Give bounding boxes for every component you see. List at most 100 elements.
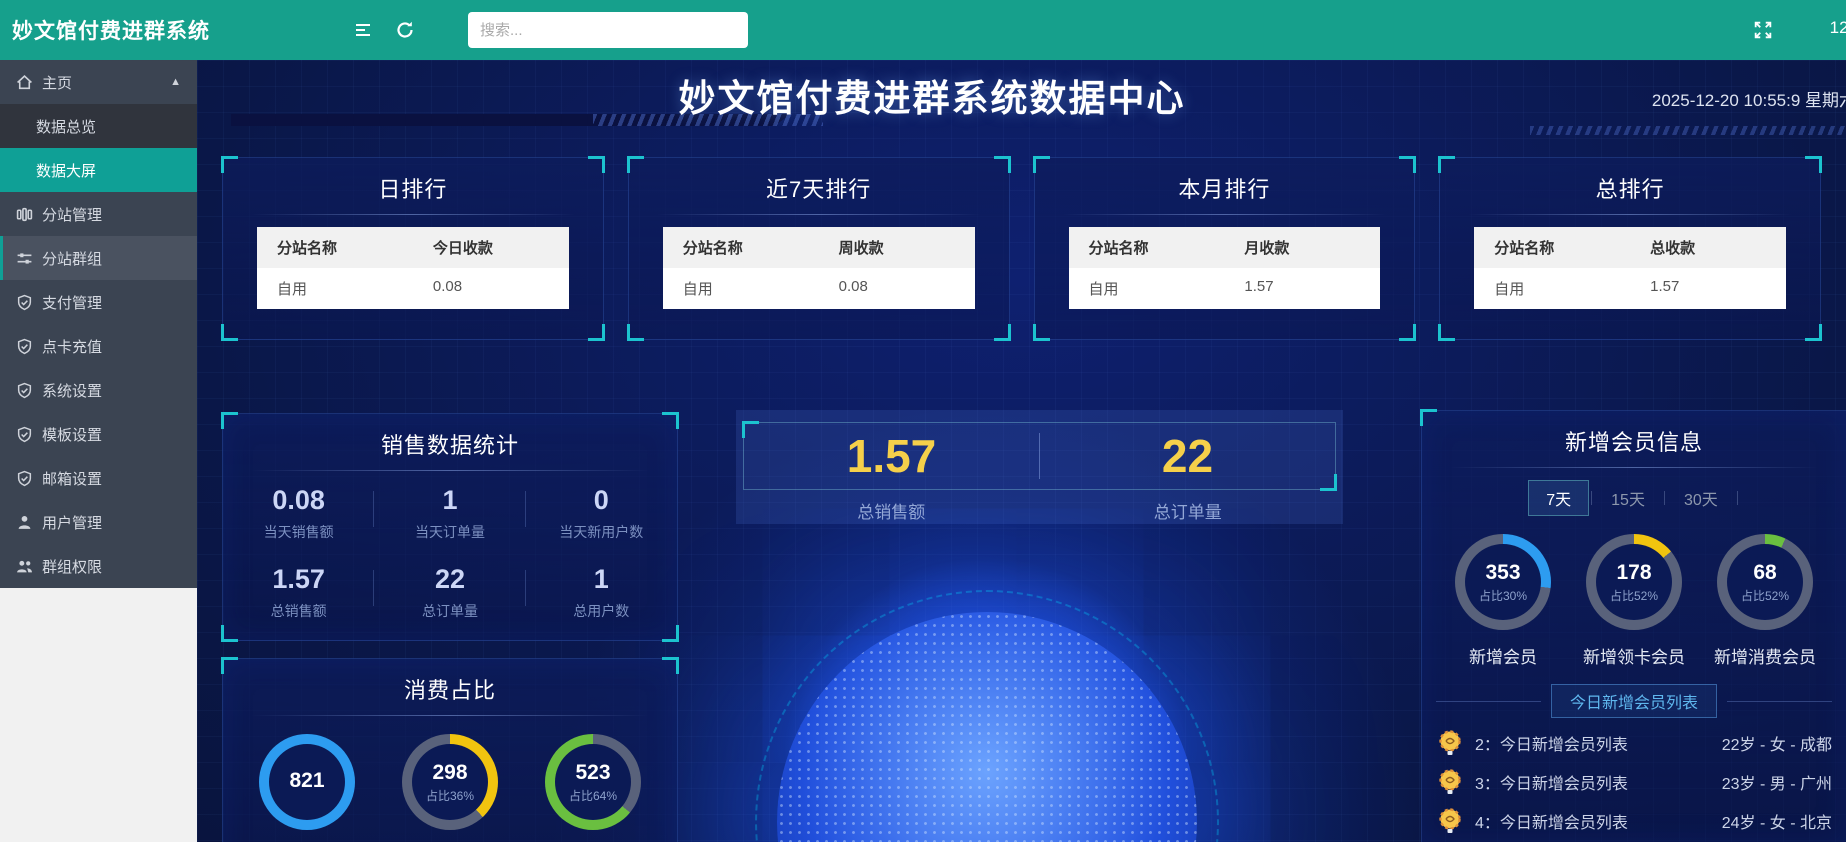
consume-ratio-card: 消费占比 821 298 占比36% 523 xyxy=(222,658,678,842)
menu-icon[interactable] xyxy=(352,19,374,41)
sidebar-item-label: 分站群组 xyxy=(42,248,102,269)
sales-stats-card: 销售数据统计 0.08 当天销售额 1 当天订单量 0 当天新用户数 1.57 … xyxy=(222,413,678,641)
rank-card-daily: 日排行 分站名称 今日收款 自用 0.08 xyxy=(222,157,604,340)
chevron-up-icon: ▲ xyxy=(170,76,181,88)
donut-row: 353 占比30% 新增会员 178 占比52% 新增领卡会员 xyxy=(1422,534,1846,668)
sidebar-item-label: 数据大屏 xyxy=(36,160,96,181)
stat-total-sales: 1.57 总销售额 xyxy=(223,554,374,633)
cell-amount: 1.57 xyxy=(1224,268,1380,309)
data-screen: 妙文馆付费进群系统数据中心 2025-12-20 10:55:9 星期六 日排行… xyxy=(197,60,1846,842)
sidebar-item-data-screen[interactable]: 数据大屏 xyxy=(0,148,197,192)
total-sales-value: 1.57 xyxy=(744,423,1039,489)
member-list-item: 2：今日新增会员列表 22岁 - 女 - 成都 xyxy=(1436,729,1832,757)
sidebar-item-system-settings[interactable]: 系统设置 xyxy=(0,368,197,412)
refresh-icon[interactable] xyxy=(394,19,416,41)
column-header: 分站名称 xyxy=(1474,227,1630,268)
shield-check-icon xyxy=(16,382,33,399)
sidebar-nav: 主页 ▲ 数据总览 数据大屏 分站管理 分站群组 支付管理 点卡充值 xyxy=(0,60,197,588)
column-header: 周收款 xyxy=(819,227,975,268)
donut-row: 821 298 占比36% 523 占比64% xyxy=(223,734,677,830)
divider xyxy=(1450,467,1818,468)
member-list-item: 3：今日新增会员列表 23岁 - 男 - 广州 xyxy=(1436,768,1832,796)
sidebar-item-group-permissions[interactable]: 群组权限 xyxy=(0,544,197,588)
divider xyxy=(1063,214,1387,215)
rank-card-7days: 近7天排行 分站名称 周收款 自用 0.08 xyxy=(628,157,1010,340)
new-members-card: 新增会员信息 7天 15天 30天 353 占比30% 新增会员 xyxy=(1421,410,1846,842)
stat-today-new-users: 0 当天新用户数 xyxy=(526,475,677,554)
divider xyxy=(657,214,981,215)
totals-labels: 总销售额 总订单量 xyxy=(743,498,1336,523)
rank-card-month: 本月排行 分站名称 月收款 自用 1.57 xyxy=(1034,157,1416,340)
sidebar-item-label: 分站管理 xyxy=(42,204,102,225)
cell-site-name: 自用 xyxy=(1474,268,1630,309)
donut-card-members: 178 占比52% 新增领卡会员 xyxy=(1569,534,1699,668)
rank-table: 分站名称 周收款 自用 0.08 xyxy=(663,227,975,309)
sidebar-item-label: 支付管理 xyxy=(42,292,102,313)
divider xyxy=(251,715,649,716)
sidebar-item-user-mgmt[interactable]: 用户管理 xyxy=(0,500,197,544)
rank-card-total: 总排行 分站名称 总收款 自用 1.57 xyxy=(1439,157,1821,340)
sidebar-item-payment-mgmt[interactable]: 支付管理 xyxy=(0,280,197,324)
tab-15days[interactable]: 15天 xyxy=(1594,481,1662,515)
rank-table: 分站名称 今日收款 自用 0.08 xyxy=(257,227,569,309)
sidebar-item-substation-groups[interactable]: 分站群组 xyxy=(0,236,197,280)
sliders-icon xyxy=(16,250,33,267)
donut-consume-members: 68 占比52% 新增消费会员 xyxy=(1700,534,1830,668)
sidebar-item-label: 系统设置 xyxy=(42,380,102,401)
today-members-list-button[interactable]: 今日新增会员列表 xyxy=(1551,684,1717,718)
fullscreen-icon[interactable] xyxy=(1752,19,1774,41)
sidebar-item-label: 模板设置 xyxy=(42,424,102,445)
sidebar-item-card-recharge[interactable]: 点卡充值 xyxy=(0,324,197,368)
bulb-icon xyxy=(1436,768,1464,796)
card-title: 近7天排行 xyxy=(629,172,1009,204)
stats-grid: 0.08 当天销售额 1 当天订单量 0 当天新用户数 1.57 总销售额 22… xyxy=(223,475,677,633)
card-title: 总排行 xyxy=(1440,172,1820,204)
ranking-cards-row: 日排行 分站名称 今日收款 自用 0.08 近7天排行 分站名称 周收款 xyxy=(222,157,1821,340)
card-title: 日排行 xyxy=(223,172,603,204)
cell-site-name: 自用 xyxy=(257,268,413,309)
cell-amount: 1.57 xyxy=(1630,268,1786,309)
table-row: 自用 0.08 xyxy=(257,268,569,309)
donut-new-members: 353 占比30% 新增会员 xyxy=(1438,534,1568,668)
column-header: 总收款 xyxy=(1630,227,1786,268)
user-icon xyxy=(16,514,33,531)
header-right-number: 123 xyxy=(1830,18,1846,38)
donut-chart: 821 xyxy=(259,734,355,830)
decorative-stripes-right xyxy=(1530,126,1846,135)
search-input[interactable] xyxy=(468,12,748,48)
divider xyxy=(1468,214,1792,215)
column-header: 今日收款 xyxy=(413,227,569,268)
rank-table: 分站名称 月收款 自用 1.57 xyxy=(1069,227,1381,309)
tab-7days[interactable]: 7天 xyxy=(1528,480,1589,516)
cell-site-name: 自用 xyxy=(663,268,819,309)
rank-table: 分站名称 总收款 自用 1.57 xyxy=(1474,227,1786,309)
bulb-icon xyxy=(1436,729,1464,757)
globe-graphic xyxy=(777,612,1197,842)
member-list-header: 今日新增会员列表 xyxy=(1436,684,1832,718)
period-tabs: 7天 15天 30天 xyxy=(1422,480,1846,516)
sidebar-item-home[interactable]: 主页 ▲ xyxy=(0,60,197,104)
page-title: 妙文馆付费进群系统数据中心 xyxy=(679,68,1186,122)
sidebar-item-label: 群组权限 xyxy=(42,556,102,577)
total-sales-label: 总销售额 xyxy=(743,498,1040,523)
divider xyxy=(251,470,649,471)
tab-30days[interactable]: 30天 xyxy=(1667,481,1735,515)
sidebar-item-label: 用户管理 xyxy=(42,512,102,533)
cell-amount: 0.08 xyxy=(413,268,569,309)
columns-icon xyxy=(16,206,33,223)
stat-today-sales: 0.08 当天销售额 xyxy=(223,475,374,554)
sidebar-item-data-overview[interactable]: 数据总览 xyxy=(0,104,197,148)
sidebar-item-email-settings[interactable]: 邮箱设置 xyxy=(0,456,197,500)
sidebar-item-substation-mgmt[interactable]: 分站管理 xyxy=(0,192,197,236)
sidebar-item-template-settings[interactable]: 模板设置 xyxy=(0,412,197,456)
member-list-item: 4：今日新增会员列表 24岁 - 女 - 北京 xyxy=(1436,807,1832,835)
column-header: 分站名称 xyxy=(257,227,413,268)
totals-panel: 1.57 22 总销售额 总订单量 xyxy=(736,410,1343,524)
table-row: 自用 1.57 xyxy=(1069,268,1381,309)
app-title: 妙文馆付费进群系统 xyxy=(0,15,340,45)
table-row: 自用 0.08 xyxy=(663,268,975,309)
shield-check-icon xyxy=(16,338,33,355)
column-header: 分站名称 xyxy=(663,227,819,268)
stat-today-orders: 1 当天订单量 xyxy=(374,475,525,554)
cell-site-name: 自用 xyxy=(1069,268,1225,309)
